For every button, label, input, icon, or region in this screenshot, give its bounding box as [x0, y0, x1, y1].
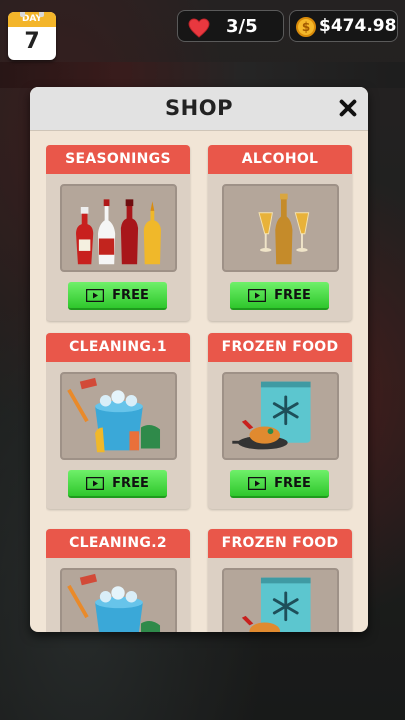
shop-item-label: FROZEN FOOD — [208, 333, 352, 362]
shop-item-label: CLEANING.2 — [46, 529, 190, 558]
shop-item-label: FROZEN FOOD — [208, 529, 352, 558]
shop-item-label: CLEANING.1 — [46, 333, 190, 362]
shop-item-card[interactable]: FROZEN FOOD — [208, 333, 352, 509]
day-calendar: DAY 7 — [8, 12, 56, 60]
day-label: DAY — [8, 12, 56, 27]
shop-item-image — [60, 372, 177, 460]
shop-item-card[interactable]: SEASONINGS FREE — [46, 145, 190, 321]
video-ad-icon — [248, 476, 267, 490]
shop-item-image — [222, 372, 339, 460]
video-ad-icon — [86, 288, 105, 302]
shop-item-image — [60, 568, 177, 632]
champagne-icon — [258, 193, 310, 265]
day-number: 7 — [24, 29, 40, 54]
heart-icon — [188, 18, 210, 38]
free-button[interactable]: FREE — [230, 470, 329, 498]
free-button[interactable]: FREE — [230, 282, 329, 310]
free-button[interactable]: FREE — [68, 282, 167, 310]
shop-item-label: ALCOHOL — [208, 145, 352, 174]
shop-item-label: SEASONINGS — [46, 145, 190, 174]
video-ad-icon — [86, 476, 105, 490]
seasoning-bottles-icon — [76, 199, 161, 265]
video-ad-icon — [248, 288, 267, 302]
shop-panel: SHOP SEASONINGS FREE ALCOHOL FREE CLEANI… — [30, 87, 368, 632]
cleaning-supplies-icon — [67, 573, 161, 632]
lives-value: 3/5 — [226, 15, 258, 37]
free-button-label: FREE — [274, 475, 311, 491]
frozen-food-icon — [241, 577, 311, 632]
frozen-food-icon — [232, 381, 311, 450]
shop-item-image — [222, 568, 339, 632]
shop-item-card[interactable]: ALCOHOL FREE — [208, 145, 352, 321]
free-button-label: FREE — [112, 287, 149, 303]
free-button[interactable]: FREE — [68, 470, 167, 498]
lives-counter: 3/5 — [177, 10, 284, 42]
shop-title: SHOP — [165, 96, 233, 120]
free-button-label: FREE — [112, 475, 149, 491]
shop-item-image — [222, 184, 339, 272]
money-value: $474.98 — [319, 16, 397, 36]
shop-item-card[interactable]: CLEANING.1 FREE — [46, 333, 190, 509]
cleaning-supplies-icon — [67, 377, 161, 453]
shop-item-card[interactable]: CLEANING.2 — [46, 529, 190, 632]
free-button-label: FREE — [274, 287, 311, 303]
close-button[interactable] — [336, 96, 360, 120]
money-counter: $ $474.98 — [289, 10, 398, 42]
shop-header: SHOP — [30, 87, 368, 131]
coin-icon: $ — [296, 17, 316, 37]
shop-item-card[interactable]: FROZEN FOOD — [208, 529, 352, 632]
shop-item-image — [60, 184, 177, 272]
shop-item-grid[interactable]: SEASONINGS FREE ALCOHOL FREE CLEANING.1 … — [46, 145, 354, 632]
